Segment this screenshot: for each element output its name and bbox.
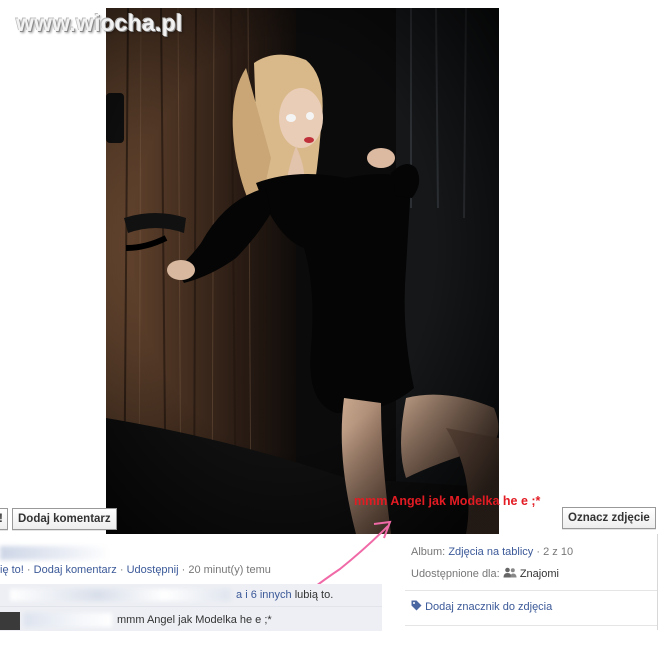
like-button[interactable]: ! [0, 508, 8, 530]
avatar[interactable] [0, 612, 20, 630]
panel-border [657, 534, 658, 630]
watermark: www.wiocha.pl [16, 10, 183, 36]
tag-icon [411, 600, 422, 614]
separator: · [23, 564, 34, 576]
divider [405, 625, 657, 626]
overlay-caption: mmm Angel jak Modelka he e ;* [354, 494, 541, 508]
audience-row: Udostępnione dla: Znajomi [411, 567, 559, 581]
likes-suffix: lubią to. [294, 589, 334, 601]
post-actions: ię to! · Dodaj komentarz · Udostępnij · … [0, 564, 271, 576]
share-link[interactable]: Udostępnij [127, 564, 179, 576]
blurred-commenter-name [24, 613, 112, 627]
blurred-author-name [0, 546, 110, 560]
tag-photo-button[interactable]: Oznacz zdjęcie [562, 507, 656, 529]
comment-link[interactable]: Dodaj komentarz [34, 564, 117, 576]
others-link[interactable]: i 6 innych [245, 589, 291, 601]
friends-icon[interactable] [503, 567, 517, 581]
liker-name-fragment[interactable]: a [236, 589, 242, 601]
like-link[interactable]: ię to! [0, 564, 24, 576]
add-comment-button[interactable]: Dodaj komentarz [12, 508, 117, 530]
photo-image [106, 8, 499, 534]
audience-label: Udostępnione dla: [411, 567, 500, 580]
divider [405, 590, 657, 591]
album-row: Album: Zdjęcia na tablicy · 2 z 10 [411, 546, 573, 558]
album-label: Album: [411, 546, 446, 558]
blurred-likers [10, 589, 230, 601]
album-position: · 2 z 10 [536, 546, 574, 558]
separator: · [116, 564, 127, 576]
comment-text: mmm Angel jak Modelka he e ;* [117, 614, 272, 626]
add-tag-label[interactable]: Dodaj znacznik do zdjęcia [425, 601, 552, 613]
album-link[interactable]: Zdjęcia na tablicy [448, 546, 533, 558]
separator: · [178, 564, 189, 576]
audience-value[interactable]: Znajomi [520, 568, 559, 580]
post-timestamp: 20 minut(y) temu [188, 564, 271, 576]
add-tag-link[interactable]: Dodaj znacznik do zdjęcia [411, 600, 552, 614]
likes-summary: a i 6 innych lubią to. [236, 589, 333, 601]
photo[interactable] [106, 8, 499, 534]
